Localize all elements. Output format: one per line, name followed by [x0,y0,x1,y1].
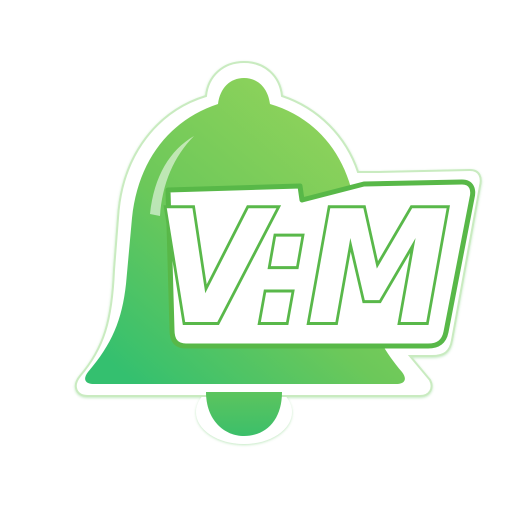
app-icon: V:M [0,0,512,512]
bell-icon: V:M [74,60,482,444]
wordmark: V:M [156,178,447,359]
